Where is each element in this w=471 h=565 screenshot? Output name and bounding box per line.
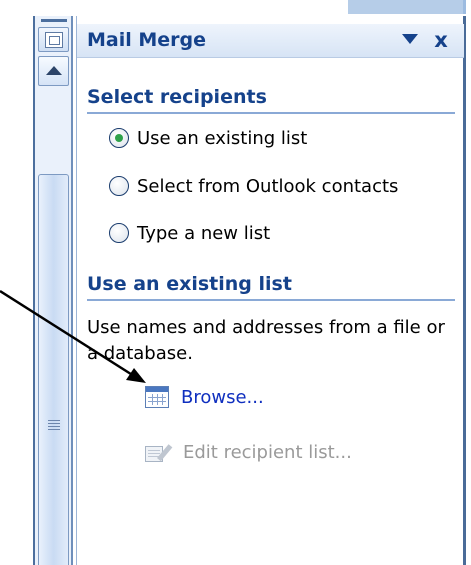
close-icon[interactable]: x: [429, 26, 453, 54]
document-edge: [348, 0, 466, 14]
edit-list-icon: [145, 440, 173, 464]
pane-header: Mail Merge x: [77, 24, 464, 58]
radio-button[interactable]: [109, 176, 129, 196]
scroll-up-button[interactable]: [38, 56, 69, 86]
pane-title: Mail Merge: [87, 29, 207, 51]
mail-merge-task-pane: Mail Merge x Select recipients Use an ex…: [76, 16, 466, 565]
radio-label: Select from Outlook contacts: [137, 175, 399, 197]
split-box-button[interactable]: [38, 27, 69, 52]
document-top-strip: [0, 0, 466, 16]
section-divider: [87, 299, 455, 301]
document-vertical-scrollbar[interactable]: [33, 16, 73, 565]
existing-list-description: Use names and addresses from a file or a…: [87, 317, 445, 364]
radio-type-new-list[interactable]: Type a new list: [109, 219, 270, 247]
scrollbar-split-line: [41, 19, 67, 22]
radio-label: Type a new list: [137, 222, 271, 244]
edit-recipient-list-label: Edit recipient list...: [183, 441, 352, 463]
table-icon: [145, 386, 169, 408]
radio-button[interactable]: [109, 223, 129, 243]
radio-label: Use an existing list: [137, 127, 308, 149]
browse-label[interactable]: Browse...: [181, 387, 264, 408]
use-existing-list-heading: Use an existing list: [87, 273, 292, 295]
arrow-up-icon: [46, 66, 62, 75]
window-split-icon: [45, 32, 63, 48]
radio-button-checked[interactable]: [109, 128, 129, 148]
thumb-grip-icon: [48, 420, 60, 430]
radio-select-outlook-contacts[interactable]: Select from Outlook contacts: [109, 172, 398, 200]
triangle-down-icon[interactable]: [402, 34, 418, 44]
browse-link[interactable]: Browse...: [145, 382, 264, 412]
radio-use-existing-list[interactable]: Use an existing list: [109, 124, 307, 152]
scrollbar-thumb[interactable]: [38, 174, 69, 565]
select-recipients-heading: Select recipients: [87, 86, 267, 108]
section-divider: [87, 112, 455, 114]
edit-recipient-list-link: Edit recipient list...: [145, 437, 352, 467]
